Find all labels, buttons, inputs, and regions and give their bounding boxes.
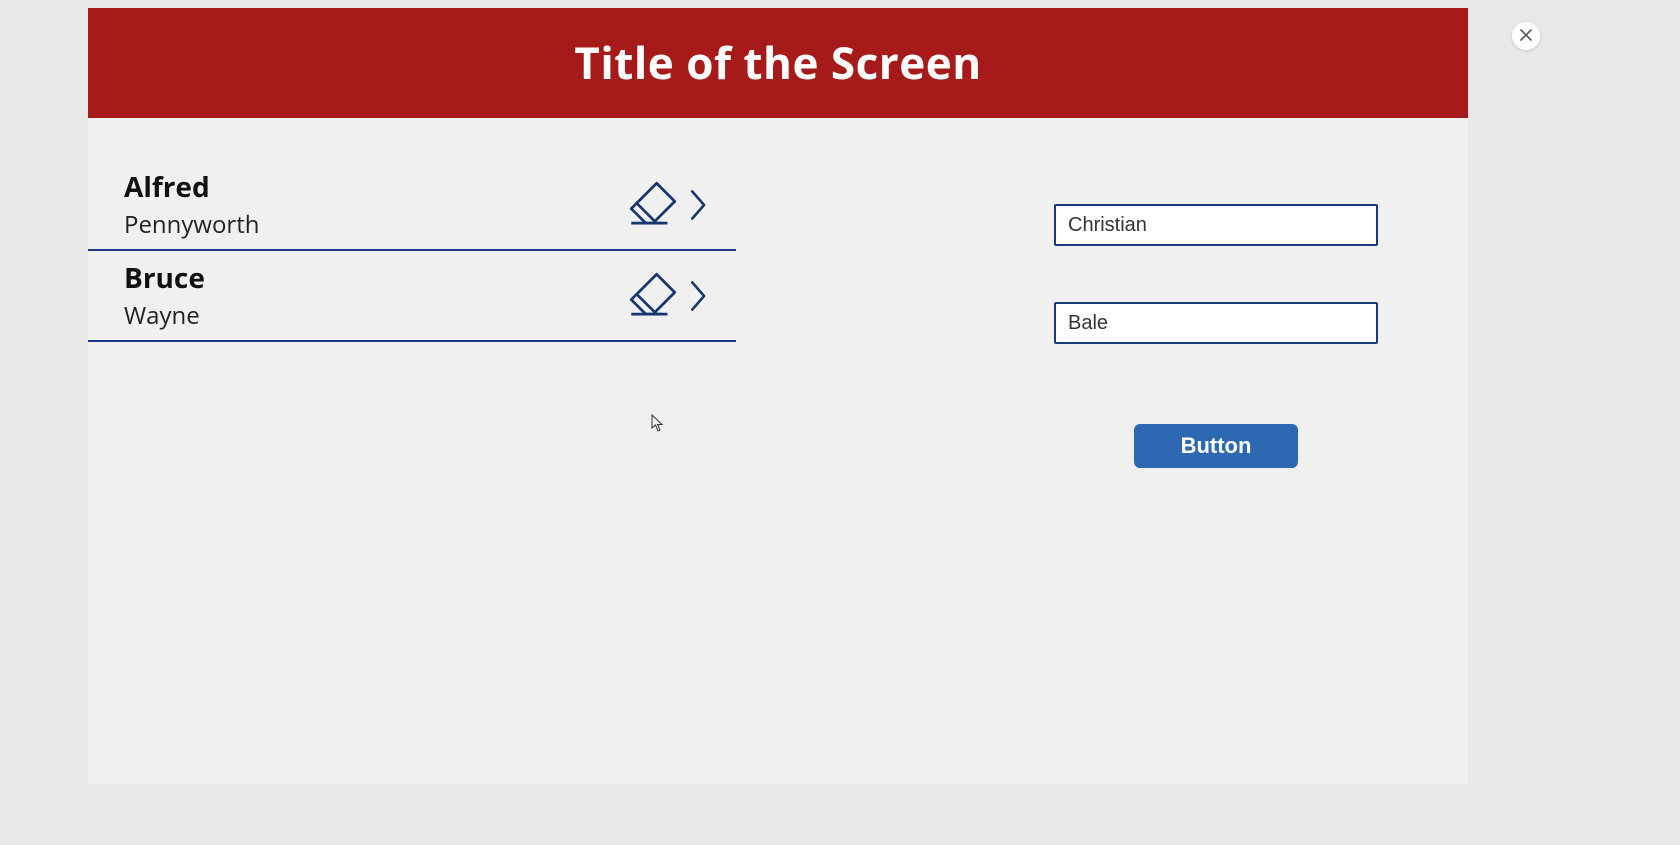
row-actions	[624, 176, 716, 234]
list-item[interactable]: Bruce Wayne	[88, 251, 736, 342]
name-block: Alfred Pennyworth	[124, 168, 260, 241]
row-actions	[624, 267, 716, 325]
last-name: Wayne	[124, 299, 205, 332]
form-column: Button	[736, 160, 1468, 784]
list-item[interactable]: Alfred Pennyworth	[88, 160, 736, 251]
input-wrapper-1	[1054, 204, 1468, 246]
button-wrapper: Button	[1054, 400, 1468, 468]
name-block: Bruce Wayne	[124, 259, 205, 332]
list-column: Alfred Pennyworth	[88, 160, 736, 784]
first-name-input[interactable]	[1054, 204, 1378, 246]
page-title: Title of the Screen	[88, 32, 1468, 92]
first-name: Bruce	[124, 259, 205, 297]
close-icon	[1519, 28, 1533, 45]
last-name-input[interactable]	[1054, 302, 1378, 344]
screen-body: Alfred Pennyworth	[88, 118, 1468, 784]
last-name: Pennyworth	[124, 208, 260, 241]
submit-button[interactable]: Button	[1134, 424, 1298, 468]
screen-header: Title of the Screen	[88, 8, 1468, 118]
eraser-icon[interactable]	[624, 176, 682, 234]
eraser-icon[interactable]	[624, 267, 682, 325]
close-button[interactable]	[1512, 22, 1540, 50]
chevron-right-icon[interactable]	[688, 279, 710, 313]
chevron-right-icon[interactable]	[688, 188, 710, 222]
modal-screen: Title of the Screen Alfred Pennyworth	[88, 8, 1468, 784]
input-wrapper-2	[1054, 302, 1468, 344]
first-name: Alfred	[124, 168, 260, 206]
